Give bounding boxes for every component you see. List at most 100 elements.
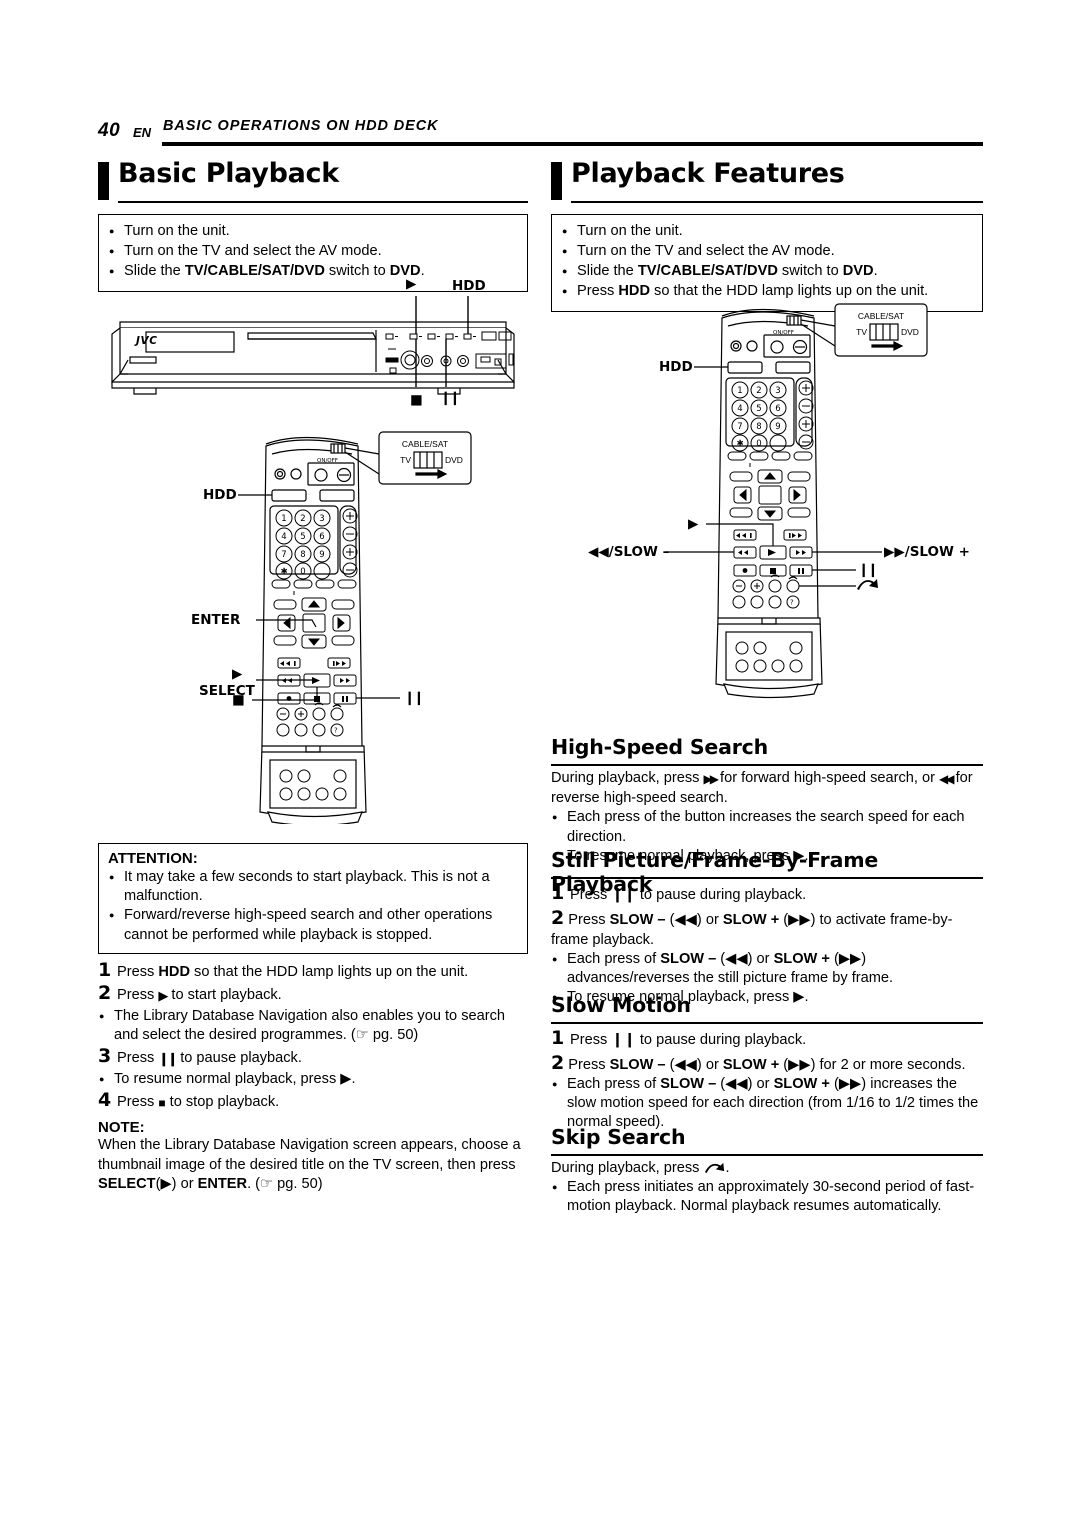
sm2-slow-plus: SLOW + [722, 1057, 780, 1073]
prep-item: Turn on the unit. [561, 221, 972, 242]
remote-play-label-left: ▶ [232, 666, 243, 682]
subheading-slow-motion: Slow Motion [551, 993, 983, 1027]
hss-text-a: During playback, press [551, 770, 704, 786]
spb-slow-plus: SLOW + [773, 951, 830, 967]
svg-text:7: 7 [281, 550, 286, 560]
prep-item: Turn on the TV and select the AV mode. [561, 241, 972, 262]
remote-hdd-label-left: HDD [203, 487, 237, 503]
svg-text:✱: ✱ [736, 439, 743, 449]
prep-bold-switch: TV/CABLE/SAT/DVD [637, 263, 778, 279]
sp-bullet-1: Each press of SLOW – (◀◀) or SLOW + (▶▶)… [551, 949, 983, 988]
step-text-a: Press [117, 1094, 159, 1111]
svg-text:?: ? [790, 599, 794, 607]
attention-box: ATTENTION: It may take a few seconds to … [98, 843, 528, 954]
smb-slow-minus: SLOW – [660, 1076, 717, 1092]
step-text: Press ❙❙ to pause during playback. [570, 887, 807, 903]
step-number: 1 [551, 1027, 565, 1049]
rewind-icon: ◀◀ [939, 772, 955, 786]
remote-figure-left: ? 123 456 789 ✱ 0 ON/OFF CABLE/SAT TV DV… [191, 424, 524, 824]
sp2-a: Press [568, 912, 610, 928]
step-number: 1 [98, 958, 112, 981]
step-number: 3 [98, 1045, 112, 1068]
svg-text:JVC: JVC [134, 335, 158, 347]
svg-text:7: 7 [737, 422, 742, 432]
unit-front-panel-figure: JVC ▶ HDD ■ ❙❙ [98, 276, 528, 410]
svg-text:?: ? [334, 727, 338, 735]
svg-text:4: 4 [737, 404, 742, 414]
prep-bold-hdd: HDD [618, 283, 650, 299]
heading-bar [98, 162, 109, 200]
heading-underline [118, 201, 528, 203]
sm-bullet: Each press of SLOW – (◀◀) or SLOW + (▶▶)… [551, 1074, 983, 1133]
skip-arrow-icon [856, 576, 880, 592]
svg-text:TV: TV [400, 455, 411, 465]
prep-text-after: . [420, 263, 425, 279]
step-text-b: to start playback. [167, 986, 282, 1003]
step-2-left: 2 Press ▶ to start playback. [98, 983, 528, 1006]
sm2-a: Press [568, 1057, 610, 1073]
prep-text: Turn on the TV and select the AV mode. [577, 243, 835, 259]
svg-text:1: 1 [281, 514, 286, 524]
subheading-underline [551, 764, 983, 766]
note-title: NOTE: [98, 1119, 145, 1137]
language-code: EN [133, 125, 152, 140]
attention-title: ATTENTION: [108, 850, 198, 867]
spb-slow-minus: SLOW – [660, 951, 717, 967]
prep-text-mid: switch to [777, 263, 843, 279]
step-number: 2 [551, 1052, 565, 1074]
svg-text:5: 5 [756, 404, 761, 414]
sp-step-1: 1 Press ❙❙ to pause during playback. [551, 882, 983, 905]
step-text-a: Press [117, 986, 159, 1003]
subheading-text: Slow Motion [551, 993, 691, 1017]
prep-text-mid: switch to [324, 263, 390, 279]
sm-step-1: 1 Press ❙❙ to pause during playback. [551, 1027, 983, 1050]
step-number: 2 [551, 907, 565, 929]
sp-step-2: 2 Press SLOW – (◀◀) or SLOW + (▶▶) to act… [551, 908, 983, 950]
sp2-c: (◀◀) or [665, 912, 723, 928]
ss-text-a: During playback, press [551, 1160, 704, 1176]
svg-text:5: 5 [300, 532, 305, 542]
chapter-title: BASIC OPERATIONS ON HDD DECK [163, 118, 439, 134]
step-text: Press ❙❙ to pause during playback. [570, 1032, 807, 1048]
svg-text:4: 4 [281, 532, 286, 542]
note-text-b: (▶) or [155, 1175, 198, 1192]
remote-rew-slow-minus-label: ◀◀/SLOW – [588, 544, 670, 560]
remote-hdd-label-right: HDD [659, 359, 693, 375]
prep-text: Turn on the unit. [577, 223, 683, 239]
left-column: Basic Playback Turn on the unit. Turn on… [98, 158, 528, 292]
smb-slow-plus: SLOW + [773, 1076, 830, 1092]
step-text-a: Press [117, 1050, 159, 1067]
svg-text:1: 1 [737, 386, 742, 396]
sp2-slow-plus: SLOW + [722, 912, 780, 928]
svg-text:9: 9 [775, 422, 780, 432]
svg-text:8: 8 [756, 422, 761, 432]
spb-a: Each press of [567, 951, 661, 967]
note-text-a: When the Library Database Navigation scr… [98, 1137, 521, 1173]
step-number: 1 [551, 882, 565, 904]
svg-text:TV: TV [856, 327, 867, 337]
svg-text:0: 0 [756, 439, 761, 449]
remote-stop-label-left: ■ [232, 692, 245, 708]
skip-arrow-icon [704, 1160, 726, 1175]
subheading-underline [551, 1022, 983, 1024]
remote-enter-label: ENTER [191, 612, 241, 628]
sm2-slow-minus: SLOW – [609, 1057, 666, 1073]
subheading-text: High-Speed Search [551, 735, 768, 759]
prep-text: Press [577, 283, 619, 299]
subheading-underline [551, 1154, 983, 1156]
play-icon: ▶ [158, 987, 168, 1003]
running-head: 40 EN BASIC OPERATIONS ON HDD DECK [98, 118, 983, 152]
unit-hdd-label: HDD [452, 278, 486, 294]
remote-figure-right: ? 123 456 789 ✱ 0 ON/OFF CABLE/SAT TV DV… [588, 296, 990, 706]
prep-text: Turn on the TV and select the AV mode. [124, 243, 382, 259]
hss-text-b: for forward high-speed search, or [715, 770, 940, 786]
hss-bullet: Each press of the button increases the s… [551, 807, 983, 846]
step-bold-hdd: HDD [158, 963, 190, 980]
svg-text:CABLE/SAT: CABLE/SAT [858, 311, 904, 321]
prep-bold-switch: TV/CABLE/SAT/DVD [184, 263, 325, 279]
hss-intro: During playback, press ▶▶ for forward hi… [551, 769, 983, 808]
attention-item: It may take a few seconds to start playb… [108, 867, 518, 906]
spb-c: (◀◀) or [716, 951, 774, 967]
step-number: 4 [98, 1089, 112, 1112]
subheading-high-speed-search: High-Speed Search [551, 735, 983, 769]
